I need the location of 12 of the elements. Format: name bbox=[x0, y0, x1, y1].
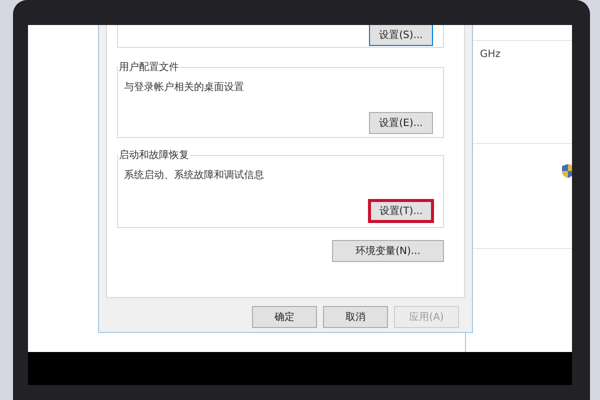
settings-button[interactable]: 设置(E)... bbox=[369, 112, 433, 134]
group-description: 系统启动、系统故障和调试信息 bbox=[124, 168, 265, 182]
group-title: 启动和故障恢复 bbox=[118, 148, 190, 162]
group-description: 与登录帐户相关的桌面设置 bbox=[124, 80, 245, 94]
settings-button[interactable]: 设置(T)... bbox=[369, 200, 433, 222]
dialog-button[interactable]: 确定 bbox=[252, 306, 317, 328]
group-title: 用户配置文件 bbox=[118, 60, 180, 74]
environment-variables-button[interactable]: 环境变量(N)... bbox=[332, 240, 444, 262]
shield-icon bbox=[562, 164, 572, 178]
dialog-button[interactable]: 取消 bbox=[323, 306, 388, 328]
cpu-speed-text: GHz bbox=[480, 49, 501, 60]
settings-button[interactable]: 设置(S)... bbox=[369, 25, 433, 46]
